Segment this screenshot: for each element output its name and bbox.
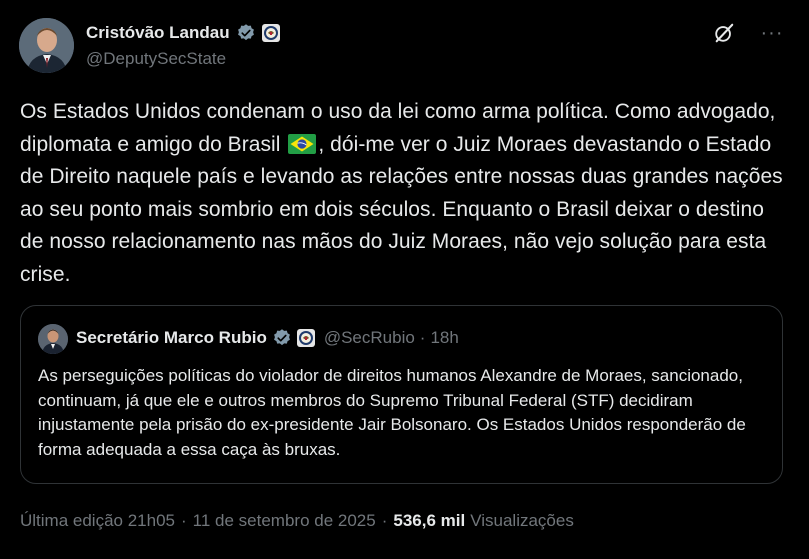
quoted-timestamp[interactable]: 18h <box>430 328 458 348</box>
verified-badge-icon <box>272 328 292 348</box>
author-name-row: Cristóvão Landau <box>86 20 280 46</box>
author-avatar[interactable] <box>19 18 74 73</box>
quoted-author-avatar[interactable] <box>38 324 68 354</box>
post-text: Os Estados Unidos condenam o uso da lei … <box>20 96 790 291</box>
quoted-text: As perseguições políticas do violador de… <box>38 366 746 459</box>
more-icon[interactable]: ··· <box>761 22 783 44</box>
views-label: Visualizações <box>470 511 574 530</box>
quoted-author-name[interactable]: Secretário Marco Rubio <box>76 328 267 348</box>
brazil-flag-icon <box>288 132 317 154</box>
government-seal-icon <box>261 24 280 42</box>
views-count: 536,6 mil <box>393 511 466 530</box>
edited-label[interactable]: Última edição 21h05 <box>20 511 175 531</box>
author-name[interactable]: Cristóvão Landau <box>86 23 230 43</box>
post-metadata: Última edição 21h05 · 11 de setembro de … <box>20 511 574 531</box>
quoted-post[interactable]: Secretário Marco Rubio @SecRubio · 18h A… <box>20 305 783 484</box>
meta-separator: · <box>180 511 187 530</box>
meta-separator: · <box>381 511 388 530</box>
post-actions: ··· <box>713 22 783 44</box>
quoted-header: Secretário Marco Rubio @SecRubio · 18h <box>76 328 459 348</box>
government-seal-icon <box>296 329 315 347</box>
author-handle[interactable]: @DeputySecState <box>86 49 280 69</box>
grok-icon[interactable] <box>713 22 735 44</box>
quoted-author-handle[interactable]: @SecRubio <box>324 328 415 348</box>
verified-badge-icon <box>236 23 256 43</box>
post-date[interactable]: 11 de setembro de 2025 <box>193 511 376 531</box>
post: Cristóvão Landau @DeputySecState ··· Os … <box>0 0 809 559</box>
author-info: Cristóvão Landau @DeputySecState <box>86 20 280 69</box>
quoted-separator: · <box>419 328 426 347</box>
